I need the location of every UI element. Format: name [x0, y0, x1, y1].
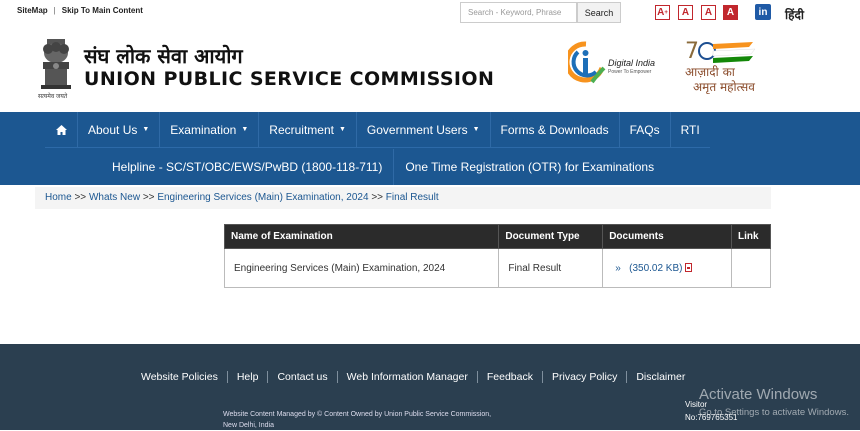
document-download-link[interactable]: » (350.02 KB) [615, 262, 693, 274]
home-icon[interactable] [45, 112, 77, 148]
table-header-row: Name of Examination Document Type Docume… [223, 224, 771, 249]
footer-links: Website Policies Help Contact us Web Inf… [132, 371, 694, 383]
nav-secondary-row: Helpline - SC/ST/OBC/EWS/PwBD (1800-118-… [101, 149, 665, 185]
language-toggle[interactable]: हिंदी [785, 6, 804, 23]
header-documents: Documents [602, 224, 732, 249]
azadi-ka-amrit-mahotsav-logo-icon: 7 आज़ादी का अमृत महोत्सव [685, 39, 756, 94]
breadcrumb-home[interactable]: Home [45, 192, 72, 203]
top-links: SiteMap | Skip To Main Content [17, 6, 143, 15]
high-contrast-button[interactable]: A [723, 5, 738, 20]
font-normal-button[interactable]: A [678, 5, 693, 20]
breadcrumb: Home >> Whats New >> Engineering Service… [35, 187, 771, 209]
site-header: सत्यमेव जयते संघ लोक सेवा आयोग UNION PUB… [0, 28, 860, 112]
activate-windows-watermark-title: Activate Windows [699, 386, 818, 403]
activate-windows-watermark-subtitle: Go to Settings to activate Windows. [699, 407, 849, 418]
breadcrumb-whats-new[interactable]: Whats New [89, 192, 140, 203]
chevron-down-icon: ▼ [241, 126, 249, 133]
font-increase-label: A [657, 7, 665, 18]
breadcrumb-separator: >> [74, 192, 87, 203]
svg-text:7: 7 [685, 39, 699, 64]
header-name-of-examination: Name of Examination [223, 224, 500, 249]
breadcrumb-separator: >> [371, 192, 384, 203]
font-increase-plus: + [664, 9, 668, 16]
footer-link-web-information-manager[interactable]: Web Information Manager [336, 371, 477, 383]
main-navigation: About Us ▼ Examination ▼ Recruitment ▼ Gove… [0, 111, 860, 185]
cell-document-type: Final Result [498, 248, 604, 288]
site-title-english: UNION PUBLIC SERVICE COMMISSION [84, 68, 495, 90]
nav-helpline[interactable]: Helpline - SC/ST/OBC/EWS/PwBD (1800-118-… [101, 149, 393, 185]
footer-link-contact-us[interactable]: Contact us [267, 371, 336, 383]
linkedin-icon[interactable]: in [755, 4, 771, 20]
nav-government-users-label: Government Users [366, 122, 468, 137]
cell-documents: » (350.02 KB) [602, 248, 732, 288]
sitemap-link[interactable]: SiteMap [17, 6, 48, 15]
emblem-caption: सत्यमेव जयते [38, 94, 68, 100]
digital-india-tagline: Power To Empower [608, 69, 652, 75]
cell-link [731, 248, 771, 288]
nav-forms-downloads-label: Forms & Downloads [500, 122, 609, 137]
nav-rti-label: RTI [680, 122, 700, 137]
top-utility-bar: SiteMap | Skip To Main Content Search - Ke… [0, 0, 860, 28]
azadi-text-line1: आज़ादी का [685, 65, 736, 79]
footer-content-note: Website Content Managed by © Content Own… [223, 411, 492, 429]
chevron-down-icon: ▼ [142, 126, 150, 133]
footer-link-help[interactable]: Help [226, 371, 268, 383]
nav-faqs[interactable]: FAQs [618, 111, 670, 148]
nav-recruitment-label: Recruitment [269, 122, 334, 137]
chevron-down-icon: ▼ [472, 126, 480, 133]
nav-rti[interactable]: RTI [669, 111, 710, 148]
top-links-separator: | [53, 6, 56, 15]
search-button[interactable]: Search [577, 2, 621, 23]
azadi-text-line2: अमृत महोत्सव [693, 80, 755, 94]
breadcrumb-separator: >> [142, 192, 155, 203]
doc-bullet: » [615, 262, 621, 274]
nav-about-us[interactable]: About Us ▼ [77, 111, 159, 148]
site-title-hindi: संघ लोक सेवा आयोग [84, 44, 243, 68]
breadcrumb-current: Final Result [385, 192, 439, 203]
results-table: Name of Examination Document Type Docume… [223, 224, 771, 288]
footer-link-website-policies[interactable]: Website Policies [132, 371, 227, 383]
footer-link-privacy-policy[interactable]: Privacy Policy [541, 371, 626, 383]
chevron-down-icon: ▼ [338, 126, 346, 133]
font-increase-button[interactable]: A + [655, 5, 670, 20]
header-link: Link [731, 224, 771, 249]
nav-examination[interactable]: Examination ▼ [159, 111, 258, 148]
footer-link-feedback[interactable]: Feedback [476, 371, 542, 383]
nav-about-us-label: About Us [88, 122, 138, 137]
table-row: Engineering Services (Main) Examination,… [223, 248, 771, 288]
header-document-type: Document Type [498, 224, 604, 249]
nav-recruitment[interactable]: Recruitment ▼ [258, 111, 356, 148]
nav-otr[interactable]: One Time Registration (OTR) for Examinat… [393, 149, 665, 185]
nav-faqs-label: FAQs [629, 122, 660, 137]
digital-india-label: Digital India [608, 58, 656, 68]
document-size: (350.02 KB) [629, 262, 683, 274]
nav-primary-row: About Us ▼ Examination ▼ Recruitment ▼ Gove… [45, 111, 710, 148]
skip-to-content-link[interactable]: Skip To Main Content [62, 6, 143, 15]
footer-link-disclaimer[interactable]: Disclaimer [626, 371, 694, 383]
nav-forms-downloads[interactable]: Forms & Downloads [489, 111, 619, 148]
site-footer: Website Policies Help Contact us Web Inf… [0, 344, 860, 430]
font-decrease-button[interactable]: A [701, 5, 716, 20]
cell-exam-name: Engineering Services (Main) Examination,… [223, 248, 500, 288]
pdf-icon [685, 262, 693, 272]
nav-government-users[interactable]: Government Users ▼ [355, 111, 490, 148]
breadcrumb-exam[interactable]: Engineering Services (Main) Examination,… [157, 192, 368, 203]
search-input[interactable]: Search - Keyword, Phrase [460, 2, 577, 23]
nav-examination-label: Examination [170, 122, 237, 137]
